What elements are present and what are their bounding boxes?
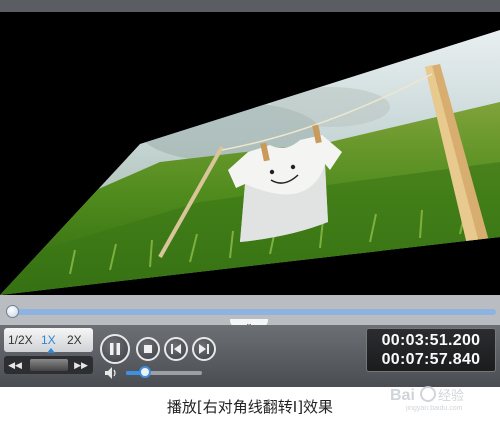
progress-bar-area: ⌄ [0,295,500,328]
double-left-arrow-icon: ◀◀ [8,360,22,370]
baidu-jingyan-watermark: Bai 经验 jingyan.baidu.com [390,386,464,412]
stop-button[interactable] [136,337,160,361]
previous-frame-button[interactable] [164,337,188,361]
speed-selector: 1/2X 1X 2X [4,328,93,353]
next-frame-icon [199,344,209,354]
pause-button[interactable] [100,334,130,364]
progress-track[interactable] [8,309,496,315]
svg-text:jingyan.baidu.com: jingyan.baidu.com [405,405,463,412]
speaker-icon[interactable] [104,366,120,380]
previous-frame-icon [171,344,181,354]
current-time: 00:03:51.200 [381,332,481,349]
next-frame-button[interactable] [192,337,216,361]
volume-slider[interactable] [126,366,202,378]
speed-double-button[interactable]: 2X [67,328,82,352]
speed-half-button[interactable]: 1/2X [8,328,33,352]
seek-slider[interactable] [30,359,68,371]
video-display[interactable] [0,12,500,295]
stop-icon [144,345,152,353]
volume-handle[interactable] [139,366,151,378]
time-display: 00:03:51.200 00:07:57.840 [366,328,496,372]
title-bar [0,0,500,12]
speed-marker-icon [47,348,55,353]
pause-icon [110,343,120,355]
progress-handle[interactable] [6,305,19,318]
svg-text:经验: 经验 [438,388,464,404]
rewind-button[interactable]: ◀◀ [6,356,24,374]
double-right-arrow-icon: ▶▶ [74,360,88,370]
forward-button[interactable]: ▶▶ [72,356,90,374]
seek-control: ◀◀ ▶▶ [4,356,93,374]
svg-text:Bai: Bai [390,387,415,404]
control-panel: 1/2X 1X 2X ◀◀ ▶▶ 00:03:51.200 00:07:57.8… [0,325,500,387]
flipped-video-frame [0,12,500,295]
total-time: 00:07:57.840 [381,351,481,368]
